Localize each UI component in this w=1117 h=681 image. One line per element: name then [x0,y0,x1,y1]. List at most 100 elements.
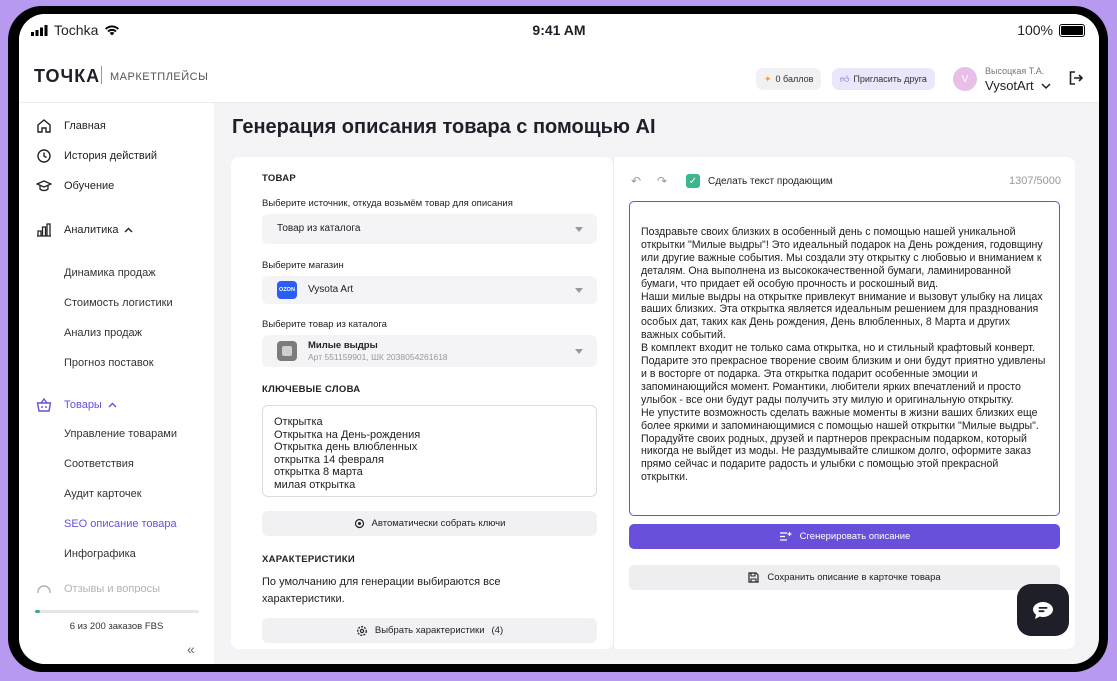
status-time: 9:41 AM [532,22,586,38]
caret-down-icon [575,227,583,232]
keyword-line: Открытка день влюбленных [274,441,418,453]
sidebar-item-learning[interactable]: Обучение [35,177,114,195]
catalog-label: Выберите товар из каталога [262,319,387,330]
source-select[interactable]: Товар из каталога [262,214,597,244]
description-card: ↶ ↷ ✓ Сделать текст продающим 1307/5000 … [613,157,1075,649]
battery-percent: 100% [1017,22,1053,38]
status-right: 100% [1017,22,1085,38]
product-select[interactable]: Милые выдры Арт 551159901, ШК 2038054261… [262,335,597,367]
selling-text-label: Сделать текст продающим [708,176,833,187]
source-value: Товар из каталога [277,223,361,234]
sidebar-item-home[interactable]: Главная [35,117,106,135]
sidebar-item-history[interactable]: История действий [35,147,157,165]
selling-text-checkbox[interactable]: ✓ [686,174,700,188]
save-icon [748,572,759,583]
sidebar-item-label: История действий [64,150,158,162]
description-textarea[interactable]: Поздравьте своих близких в особенный ден… [629,201,1060,516]
save-label: Сохранить описание в карточке товара [767,572,941,583]
char-counter: 1307/5000 [1009,175,1061,187]
store-select[interactable]: OZON Vysota Art [262,276,597,304]
sidebar-subitem[interactable]: Анализ продаж [64,327,142,339]
basket-icon [35,396,53,414]
select-characteristics-button[interactable]: Выбрать характеристики (4) [262,618,597,643]
description-paragraph: Не упустите возможность сделать важные м… [641,406,1039,484]
store-label: Выберите магазин [262,260,344,271]
double-chevron-left-icon[interactable]: « [187,641,195,657]
sidebar-item-label: Главная [64,120,106,132]
caret-down-icon [575,288,583,293]
shop-name: VysotArt [985,78,1034,93]
sidebar-item-label: Аналитика [64,224,119,236]
battery-icon [1059,23,1085,37]
characteristics-note: По умолчанию для генерации выбираются вс… [262,576,501,605]
keyword-line: открытка 14 февраля [274,453,384,466]
sidebar: Главная История действий Обучение Аналит… [19,103,214,664]
chat-support-button[interactable] [1017,584,1069,636]
product-thumbnail [277,341,297,361]
description-paragraph: В комплект входит не только сама открытк… [641,342,1035,355]
fbs-orders-label: 6 из 200 заказов FBS [69,621,164,632]
product-form-card: ТОВАР Выберите источник, откуда возьмём … [231,157,613,649]
sidebar-subitem[interactable]: Соответствия [64,458,134,470]
invite-friend-button[interactable]: 👍︎ Пригласить друга [832,68,935,90]
avatar[interactable]: V [953,67,977,91]
product-name: Милые выдры [308,340,378,351]
logout-icon[interactable] [1068,70,1084,86]
magic-list-icon [779,532,792,541]
keyword-line: открытка 8 марта [274,466,363,478]
select-characteristics-label: Выбрать характеристики [374,625,485,636]
sidebar-subitem[interactable]: Динамика продаж [64,267,156,279]
keyword-line: Открытка на День-рождения [274,428,421,441]
product-section-heading: ТОВАР [262,173,297,184]
home-icon [35,117,53,135]
sidebar-subitem[interactable]: Управление товарами [64,428,177,440]
chevron-down-icon [1041,83,1051,90]
app-header: ТОЧКА МАРКЕТПЛЕЙСЫ ✦ 0 баллов 👍︎ Приглас… [19,50,1099,103]
sidebar-item-label: Отзывы и вопросы [64,583,160,593]
keywords-textarea[interactable]: Открытка Открытка на День-рождения Откры… [262,405,597,497]
keyword-line: Открытка [274,416,323,428]
history-icon [35,147,53,165]
sidebar-subitem[interactable]: Прогноз поставок [64,357,154,369]
undo-icon[interactable]: ↶ [631,174,641,188]
logo[interactable]: ТОЧКА [34,66,100,87]
ozon-logo: OZON [277,281,297,299]
user-name: Высоцкая Т.А. [985,66,1045,76]
settings-icon [356,625,367,636]
shop-switcher[interactable]: VysotArt [985,78,1051,93]
characteristics-count: (4) [491,625,504,636]
status-bar: Tochka 9:41 AM 100% [19,14,1099,50]
sidebar-subitem[interactable]: Аудит карточек [64,488,142,500]
save-description-button[interactable]: Сохранить описание в карточке товара [629,565,1060,590]
product-meta: Арт 551159901, ШК 2038054261618 [308,352,448,362]
generate-label: Сгенерировать описание [799,531,911,542]
description-paragraph: Подарите это прекрасное творение своим б… [641,355,1046,406]
redo-icon[interactable]: ↷ [657,174,667,188]
characteristics-heading: ХАРАКТЕРИСТИКИ [262,554,355,565]
chart-icon [35,221,53,239]
sparkle-gear-icon [354,518,364,529]
sidebar-item-label: Товары [64,399,102,411]
keyword-line: милая открытка [274,478,356,491]
keywords-heading: КЛЮЧЕВЫЕ СЛОВА [262,384,361,395]
sidebar-subitem-seo-active[interactable]: SEO описание товара [64,518,177,530]
invite-label: Пригласить друга [853,74,927,84]
section-name: МАРКЕТПЛЕЙСЫ [110,71,209,83]
page-title: Генерация описания товара с помощью AI [232,116,656,138]
generate-description-button[interactable]: Сгенерировать описание [629,524,1060,549]
thumbs-up-icon: 👍︎ [840,73,850,84]
sidebar-subitem[interactable]: Инфографика [64,548,136,560]
sidebar-item-analytics[interactable]: Аналитика [35,221,133,239]
sidebar-item-reviews[interactable]: Отзывы и вопросы [35,583,160,593]
auto-collect-label: Автоматически собрать ключи [371,518,506,529]
sidebar-subitem[interactable]: Стоимость логистики [64,297,173,309]
chat-icon [35,583,53,593]
sidebar-item-label: Обучение [64,180,115,192]
fbs-progress-bar [35,610,199,613]
caret-down-icon [575,349,583,354]
points-button[interactable]: ✦ 0 баллов [756,68,822,90]
sidebar-item-goods[interactable]: Товары [35,396,117,414]
description-paragraph: Наши милые выдры на открытке привлекут в… [641,290,1043,342]
auto-collect-keys-button[interactable]: Автоматически собрать ключи [262,511,597,536]
logo-divider [101,66,102,84]
